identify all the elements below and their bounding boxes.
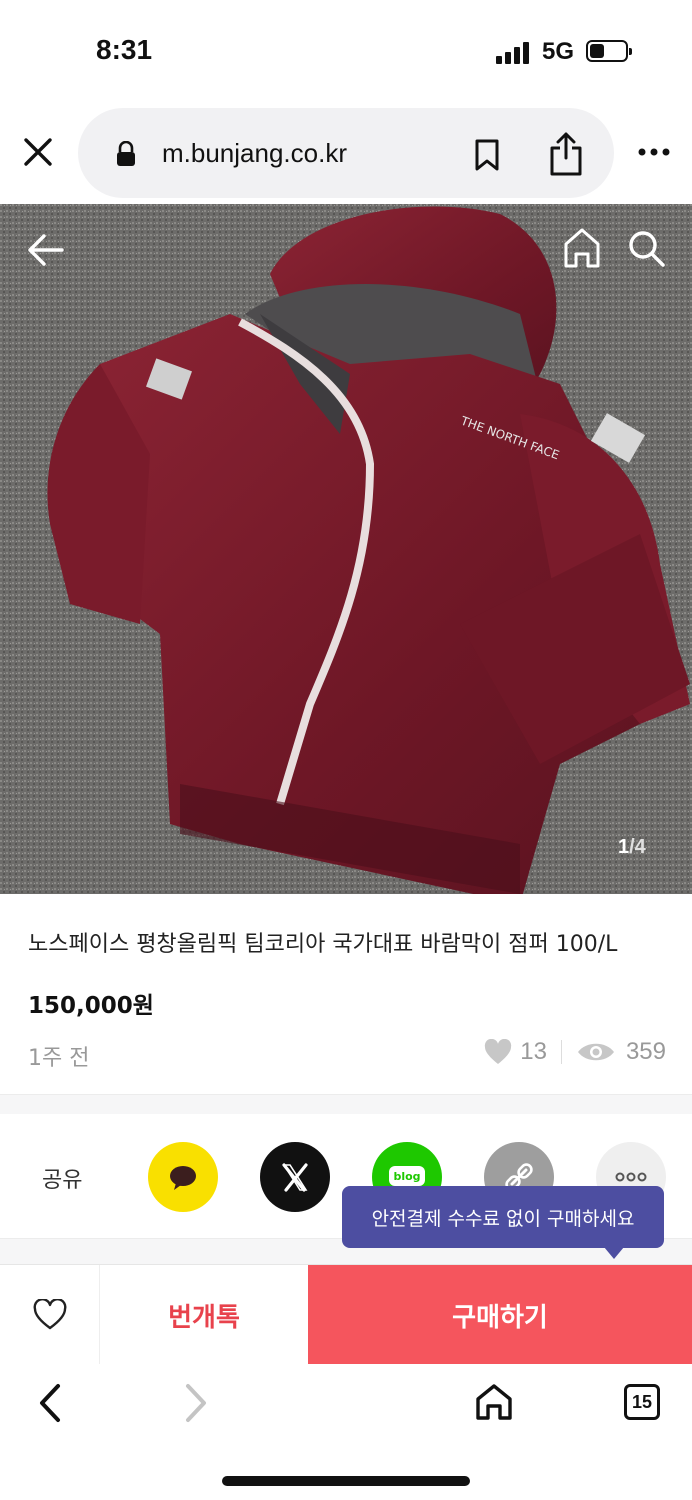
- eye-icon: [577, 1043, 614, 1061]
- chevron-right-icon[interactable]: [182, 1382, 210, 1424]
- status-time: 8:31: [96, 34, 153, 65]
- views-count: 359: [625, 1038, 666, 1065]
- jacket-photo: THE NORTH FACE: [0, 204, 692, 894]
- back-arrow-icon[interactable]: [26, 230, 66, 270]
- action-bar: 번개톡 구매하기: [0, 1264, 692, 1365]
- x-share-button[interactable]: [260, 1142, 330, 1212]
- chevron-left-icon[interactable]: [36, 1382, 64, 1424]
- more-icon[interactable]: [636, 140, 672, 164]
- share-label: 공유: [42, 1168, 83, 1193]
- heart-icon: [33, 1299, 66, 1330]
- url-bar[interactable]: m.bunjang.co.kr: [78, 108, 614, 198]
- battery-icon: [586, 40, 632, 62]
- image-counter-total: /4: [629, 836, 646, 858]
- close-icon[interactable]: [20, 134, 56, 170]
- posted-time: 1주 전: [28, 1046, 90, 1071]
- kakao-share-button[interactable]: [148, 1142, 218, 1212]
- status-bar: 8:31 5G: [0, 0, 692, 100]
- section-divider: [0, 1094, 692, 1114]
- buy-button[interactable]: 구매하기: [308, 1265, 692, 1365]
- favorite-button[interactable]: [0, 1265, 100, 1365]
- home-icon[interactable]: [474, 1382, 514, 1422]
- image-counter-current: 1: [618, 836, 630, 858]
- kakao-icon: [170, 1166, 196, 1190]
- safe-payment-tooltip: 안전결제 수수료 없이 구매하세요: [342, 1186, 664, 1259]
- heart-icon: [485, 1039, 512, 1064]
- search-icon[interactable]: [626, 228, 666, 268]
- chat-button[interactable]: 번개톡: [100, 1265, 308, 1365]
- image-counter: 1/4: [618, 836, 646, 859]
- product-price: 150,000원: [28, 993, 154, 1019]
- url-text: m.bunjang.co.kr: [162, 138, 347, 168]
- tabs-icon[interactable]: 15: [624, 1384, 660, 1420]
- blog-icon-text: blog: [393, 1170, 420, 1183]
- bookmark-icon[interactable]: [474, 138, 500, 172]
- product-stats: 13 359: [484, 1038, 666, 1066]
- product-title: 노스페이스 평창올림픽 팀코리아 국가대표 바람막이 점퍼 100/L: [28, 932, 618, 957]
- signal-icon: [496, 40, 532, 64]
- stats-divider: [560, 1040, 562, 1064]
- likes-count: 13: [520, 1038, 547, 1065]
- lock-icon: [117, 141, 135, 166]
- x-icon: [282, 1163, 308, 1192]
- browser-bar: m.bunjang.co.kr: [0, 100, 692, 204]
- network-label: 5G: [542, 38, 575, 65]
- share-icon[interactable]: [548, 132, 584, 176]
- home-indicator: [222, 1476, 470, 1486]
- browser-bottom-nav: 15: [0, 1364, 692, 1500]
- product-image[interactable]: THE NORTH FACE 1/4: [0, 204, 692, 894]
- home-icon[interactable]: [562, 226, 602, 270]
